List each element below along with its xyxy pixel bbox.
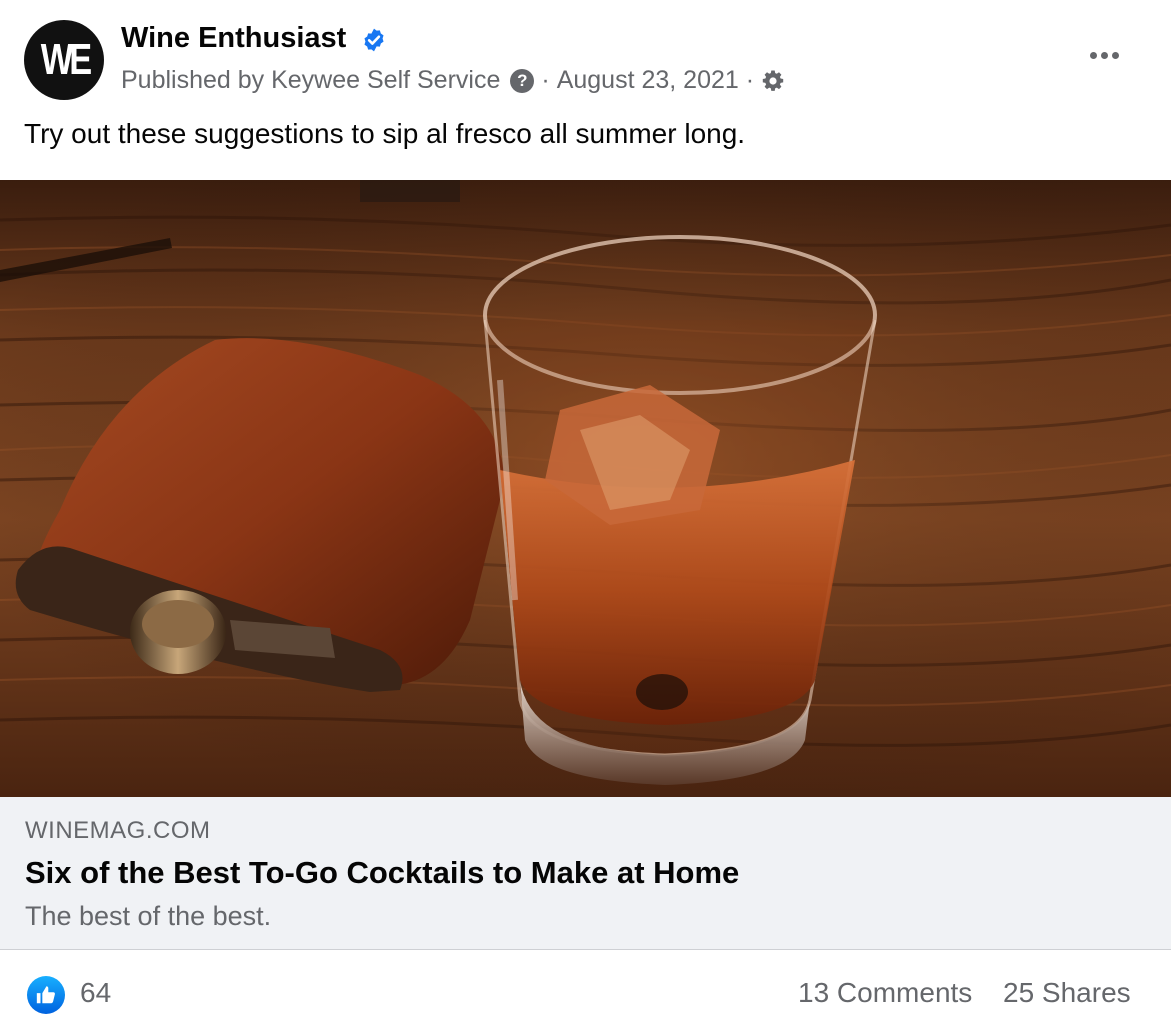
help-icon[interactable]: ? <box>510 68 535 93</box>
post-caption: Try out these suggestions to sip al fres… <box>24 118 746 149</box>
post-meta: Published by Keywee Self Service ? · Aug… <box>121 66 785 95</box>
post-photo[interactable] <box>0 180 1171 797</box>
post-header: WE Wine Enthusiast Published by Keywee S… <box>0 0 1171 180</box>
separator-dot: · <box>745 66 755 94</box>
link-description: The best of the best. <box>25 901 272 931</box>
facebook-post: WE Wine Enthusiast Published by Keywee S… <box>0 0 1171 1030</box>
thumbs-up-glyph <box>36 986 55 1004</box>
comments-count-link[interactable]: 13 Comments <box>798 977 972 1009</box>
published-by-text: Published by Keywee Self Service <box>121 66 501 94</box>
separator-dot: · <box>541 66 550 94</box>
post-date-link[interactable]: August 23, 2021 <box>557 66 739 95</box>
gear-icon <box>762 70 784 91</box>
avatar-logo-text: WE <box>40 35 91 84</box>
verified-badge-icon <box>364 28 384 52</box>
link-preview[interactable]: WINEMAG.COM Six of the Best To-Go Cockta… <box>0 797 1171 950</box>
more-dot <box>1111 51 1119 59</box>
link-domain: WINEMAG.COM <box>25 817 211 844</box>
thumbs-up-icon[interactable] <box>27 976 65 1014</box>
shares-count-link[interactable]: 25 Shares <box>1003 977 1131 1009</box>
more-dot <box>1089 51 1097 59</box>
whiskey-glass-and-flask-image <box>0 180 1171 797</box>
post-stats-bar <box>0 950 1171 1030</box>
more-options-icon[interactable] <box>1082 40 1126 70</box>
page-name-link[interactable]: Wine Enthusiast <box>121 22 346 55</box>
more-dot <box>1100 51 1108 59</box>
like-count[interactable]: 64 <box>80 977 111 1009</box>
page-avatar[interactable]: WE <box>24 20 104 100</box>
link-title[interactable]: Six of the Best To-Go Cocktails to Make … <box>25 855 739 891</box>
